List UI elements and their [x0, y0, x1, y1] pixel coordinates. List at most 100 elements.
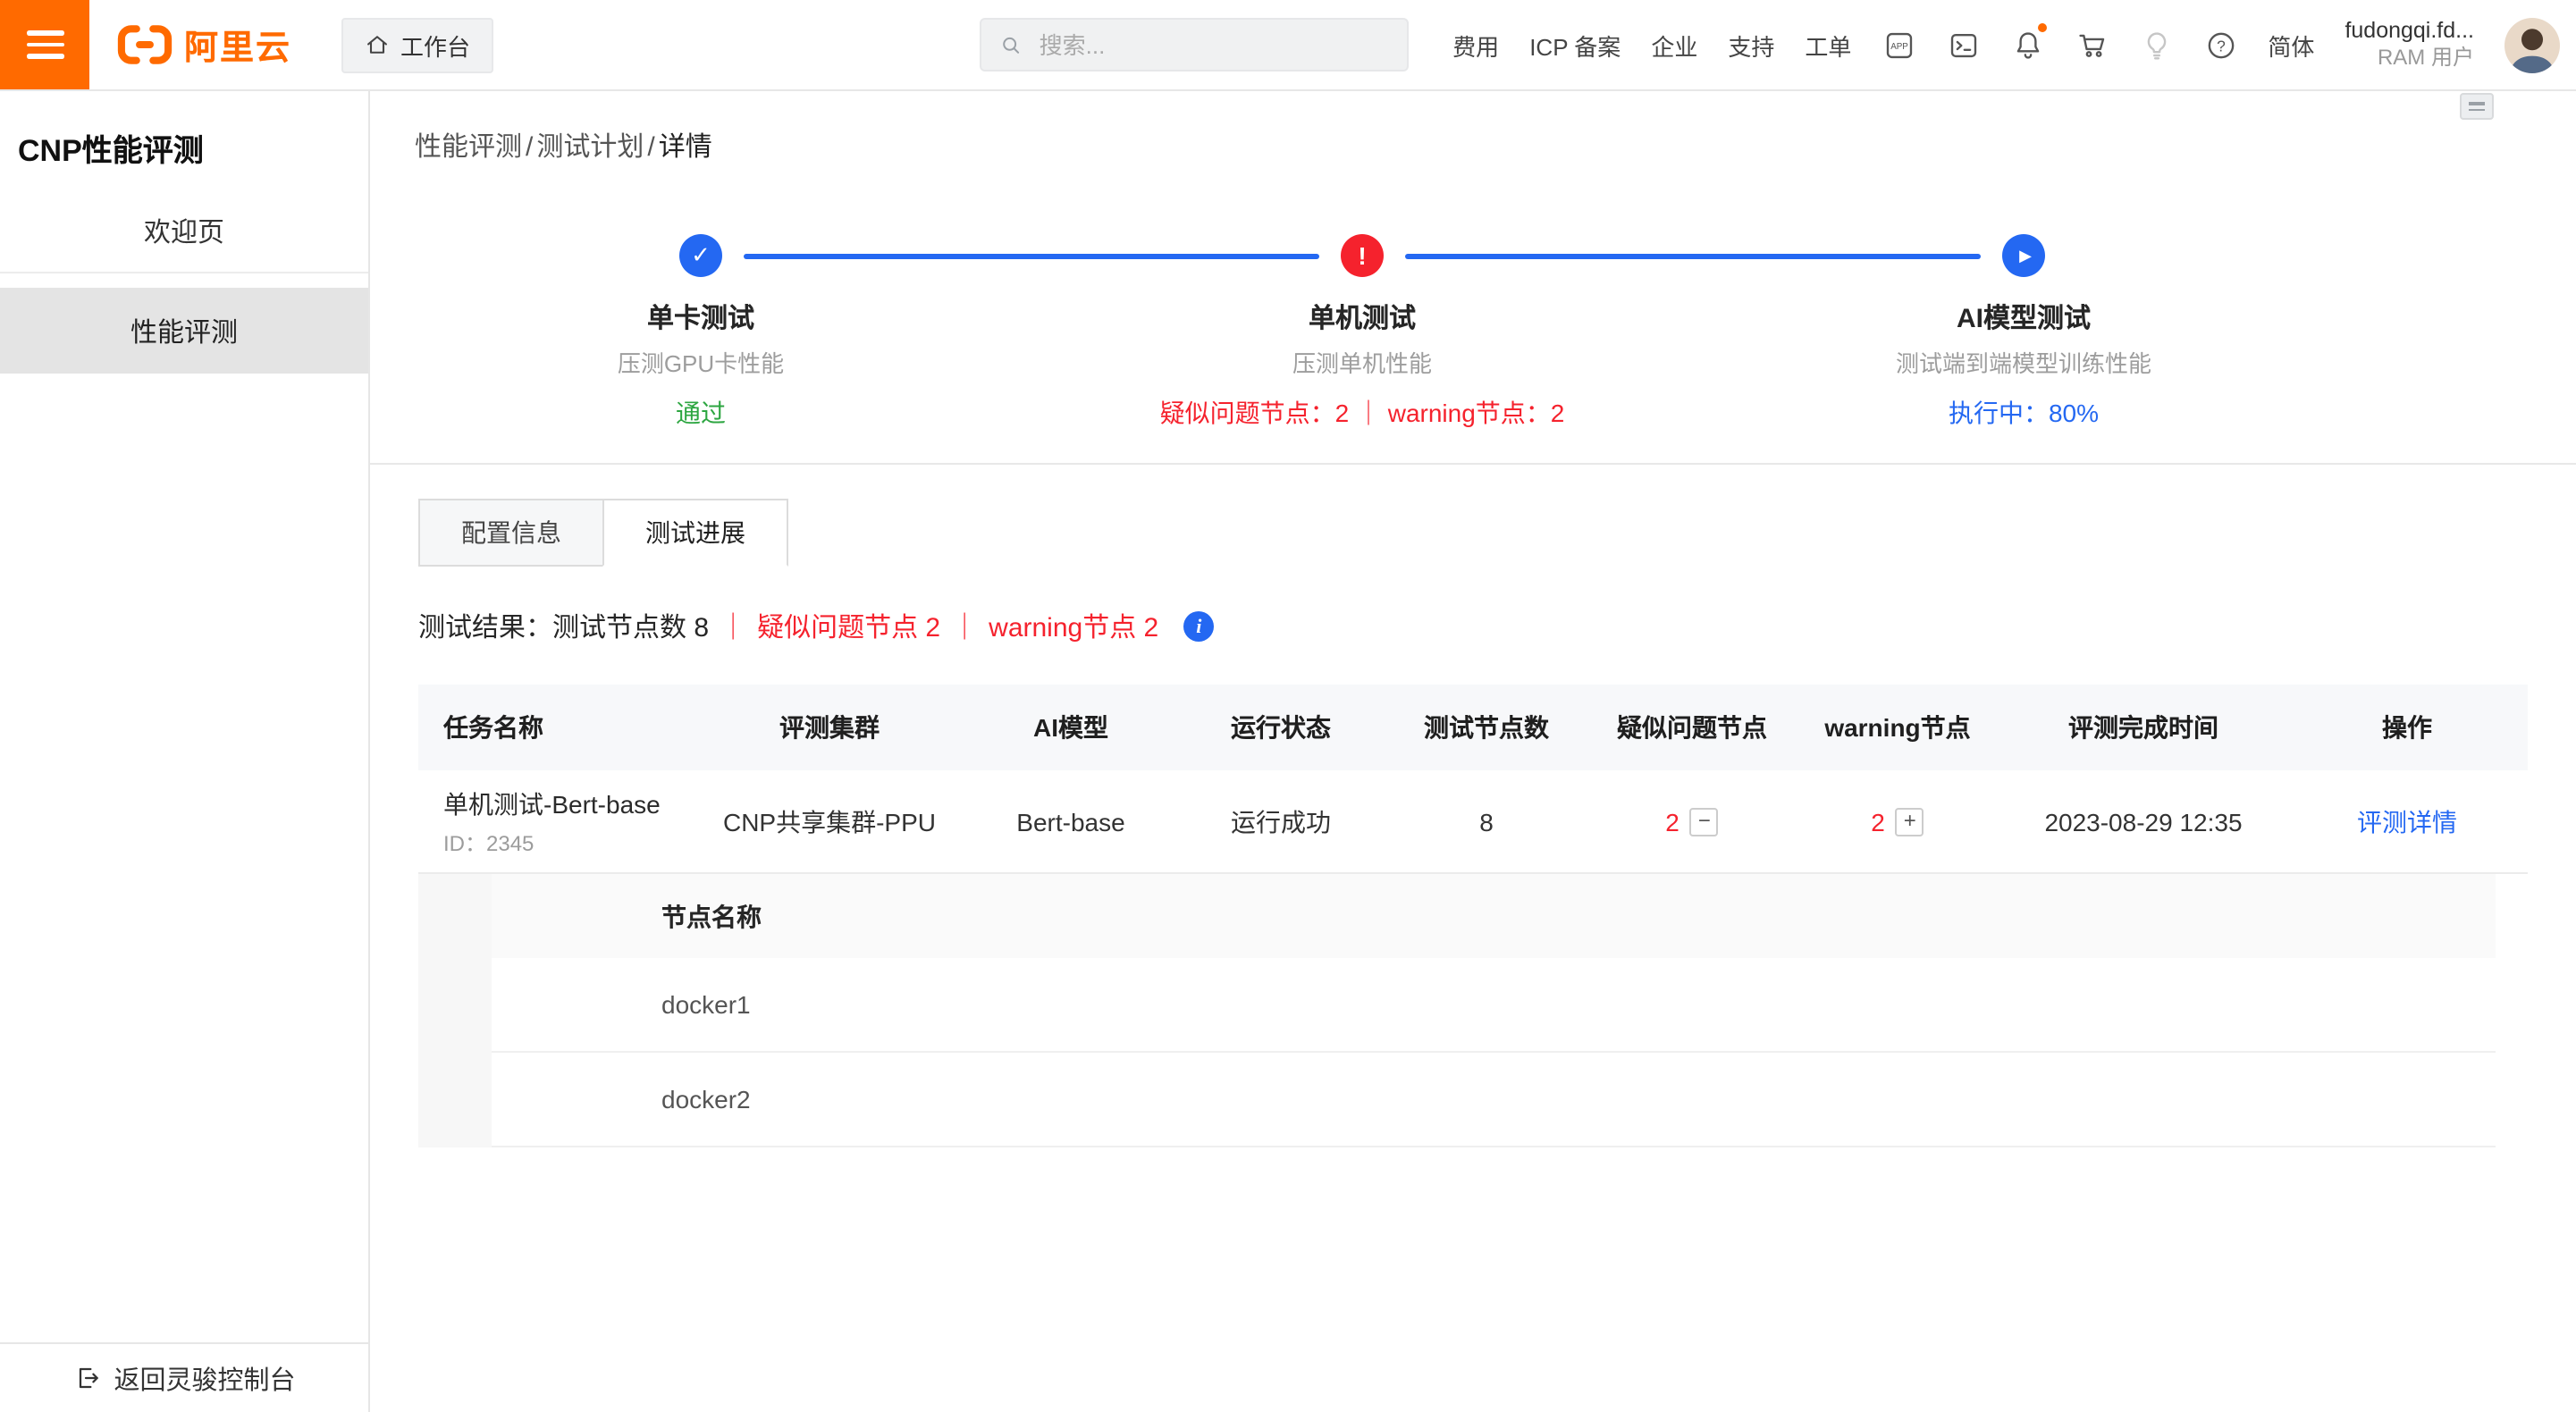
summary-separator: ｜ — [951, 608, 978, 645]
warning-count: 2 — [1871, 807, 1885, 836]
node-row-docker2: docker2 — [492, 1053, 2496, 1147]
menu-item-support[interactable]: 支持 — [1728, 28, 1774, 62]
user-account[interactable]: fudongqi.fd... RAM 用户 — [2344, 17, 2474, 71]
language-switcher[interactable]: 简体 — [2268, 28, 2314, 62]
summary-label: 测试结果： — [418, 608, 552, 645]
step-status: 通过 — [370, 395, 1031, 431]
menu-item-billing[interactable]: 费用 — [1452, 28, 1499, 62]
search-icon — [999, 31, 1023, 58]
back-to-console-label: 返回灵骏控制台 — [114, 1359, 296, 1397]
table-row: 单机测试-Bert-base ID：2345 CNP共享集群-PPU Bert-… — [418, 770, 2528, 874]
cloudshell-icon[interactable] — [1946, 28, 1980, 62]
sidebar-title: CNP性能评测 — [0, 89, 368, 170]
app-icon[interactable]: APP — [1881, 28, 1915, 62]
warning-nodes-cell: 2 + — [1795, 807, 2000, 836]
test-result-summary: 测试结果： 测试节点数 8 ｜ 疑似问题节点 2 ｜ warning节点 2 i — [418, 608, 2576, 645]
home-icon — [365, 32, 390, 57]
expand-gutter — [418, 874, 492, 1147]
status-cell: 运行成功 — [1178, 803, 1384, 839]
avatar[interactable] — [2504, 17, 2560, 72]
breadcrumb: 性能评测/测试计划/详情 — [370, 89, 2576, 164]
step-status: 疑似问题节点：2 ｜ warning节点：2 — [1031, 395, 1693, 431]
header-warning-nodes: warning节点 — [1795, 710, 2000, 745]
info-icon[interactable]: i — [1183, 611, 1214, 642]
test-plan-stepper: ✓ 单卡测试 压测GPU卡性能 通过 ! 单机测试 压测单机性能 疑似问题节点：… — [370, 234, 2354, 431]
workbench-button[interactable]: 工作台 — [341, 17, 493, 72]
sidebar-item-welcome[interactable]: 欢迎页 — [0, 191, 368, 273]
tab-test-progress[interactable]: 测试进展 — [602, 499, 788, 567]
svg-text:?: ? — [2217, 36, 2226, 54]
breadcrumb-separator: / — [526, 132, 533, 163]
hamburger-menu-button[interactable] — [0, 0, 89, 89]
user-role: RAM 用户 — [2344, 46, 2474, 72]
section-divider — [370, 463, 2576, 465]
alibaba-cloud-logo-icon — [116, 23, 173, 66]
finish-time-cell: 2023-08-29 12:35 — [2000, 807, 2286, 836]
topbar: 阿里云 工作台 费用 ICP 备案 企业 支持 工单 APP — [0, 0, 2576, 91]
menu-item-enterprise[interactable]: 企业 — [1651, 28, 1697, 62]
summary-problem-nodes: 疑似问题节点 2 — [757, 608, 940, 645]
model-cell: Bert-base — [964, 807, 1178, 836]
cart-icon[interactable] — [2075, 28, 2109, 62]
evaluation-detail-link[interactable]: 评测详情 — [2286, 803, 2528, 839]
step-running-icon: ▶ — [2002, 234, 2045, 277]
expand-button[interactable]: + — [1896, 807, 1924, 836]
task-name: 单机测试-Bert-base — [443, 786, 695, 821]
topbar-menu: 费用 ICP 备案 企业 支持 工单 APP — [1452, 0, 2576, 89]
header-run-status: 运行状态 — [1178, 710, 1384, 745]
problem-nodes-cell: 2 − — [1589, 807, 1795, 836]
step-error-icon: ! — [1341, 234, 1384, 277]
exit-icon — [73, 1364, 102, 1392]
header-cluster: 评测集群 — [695, 710, 964, 745]
table-header-row: 任务名称 评测集群 AI模型 运行状态 测试节点数 疑似问题节点 warning… — [418, 685, 2528, 770]
menu-item-tickets[interactable]: 工单 — [1805, 28, 1851, 62]
summary-warning-nodes: warning节点 2 — [989, 608, 1158, 645]
test-task-table: 任务名称 评测集群 AI模型 运行状态 测试节点数 疑似问题节点 warning… — [418, 685, 2528, 1147]
summary-separator: ｜ — [720, 608, 746, 645]
node-count-cell: 8 — [1384, 807, 1589, 836]
breadcrumb-performance-test[interactable]: 性能评测 — [415, 132, 522, 163]
alibaba-cloud-logo[interactable]: 阿里云 — [116, 21, 291, 69]
cluster-cell: CNP共享集群-PPU — [695, 803, 964, 839]
search-input[interactable] — [1036, 29, 1389, 60]
collapsed-panel-icon[interactable] — [2460, 93, 2494, 120]
step-done-icon: ✓ — [679, 234, 722, 277]
step-description: 压测单机性能 — [1031, 345, 1693, 379]
node-row-docker1: docker1 — [492, 958, 2496, 1053]
header-problem-nodes: 疑似问题节点 — [1589, 710, 1795, 745]
lightbulb-icon[interactable] — [2139, 28, 2173, 62]
expanded-node-list: 节点名称 docker1 docker2 — [418, 874, 2528, 1147]
step-ai-model-test: ▶ AI模型测试 测试端到端模型训练性能 执行中：80% — [1693, 234, 2354, 431]
step-title: 单卡测试 — [370, 298, 1031, 336]
sidebar-menu: 欢迎页 性能评测 — [0, 191, 368, 374]
step-title: 单机测试 — [1031, 298, 1693, 336]
header-finish-time: 评测完成时间 — [2000, 710, 2286, 745]
header-actions: 操作 — [2286, 710, 2528, 745]
menu-item-icp[interactable]: ICP 备案 — [1529, 28, 1621, 62]
problem-count: 2 — [1665, 807, 1679, 836]
main-content: 性能评测/测试计划/详情 ✓ 单卡测试 压测GPU卡性能 通过 ! 单机测试 压… — [370, 89, 2576, 1412]
workbench-label: 工作台 — [400, 28, 470, 62]
header-node-count: 测试节点数 — [1384, 710, 1589, 745]
collapse-button[interactable]: − — [1690, 807, 1719, 836]
notification-bell-icon[interactable] — [2010, 28, 2044, 62]
sidebar: CNP性能评测 欢迎页 性能评测 返回灵骏控制台 — [0, 89, 370, 1412]
stepper-connector — [1405, 254, 1981, 258]
step-description: 测试端到端模型训练性能 — [1693, 345, 2354, 379]
notification-dot — [2037, 22, 2046, 31]
stepper-connector — [744, 254, 1319, 258]
breadcrumb-detail: 详情 — [659, 132, 712, 163]
step-title: AI模型测试 — [1693, 298, 2354, 336]
tab-config-info[interactable]: 配置信息 — [418, 499, 604, 567]
task-name-cell: 单机测试-Bert-base ID：2345 — [418, 786, 695, 857]
step-status: 执行中：80% — [1693, 395, 2354, 431]
sidebar-item-performance-test[interactable]: 性能评测 — [0, 288, 368, 374]
header-ai-model: AI模型 — [964, 710, 1178, 745]
console-page: 阿里云 工作台 费用 ICP 备案 企业 支持 工单 APP — [0, 0, 2576, 1412]
help-icon[interactable]: ? — [2203, 28, 2237, 62]
summary-total-nodes: 测试节点数 8 — [552, 608, 709, 645]
back-to-console-link[interactable]: 返回灵骏控制台 — [0, 1342, 368, 1412]
node-name-header: 节点名称 — [492, 874, 2496, 958]
breadcrumb-test-plan[interactable]: 测试计划 — [536, 132, 644, 163]
header-task-name: 任务名称 — [418, 710, 695, 745]
